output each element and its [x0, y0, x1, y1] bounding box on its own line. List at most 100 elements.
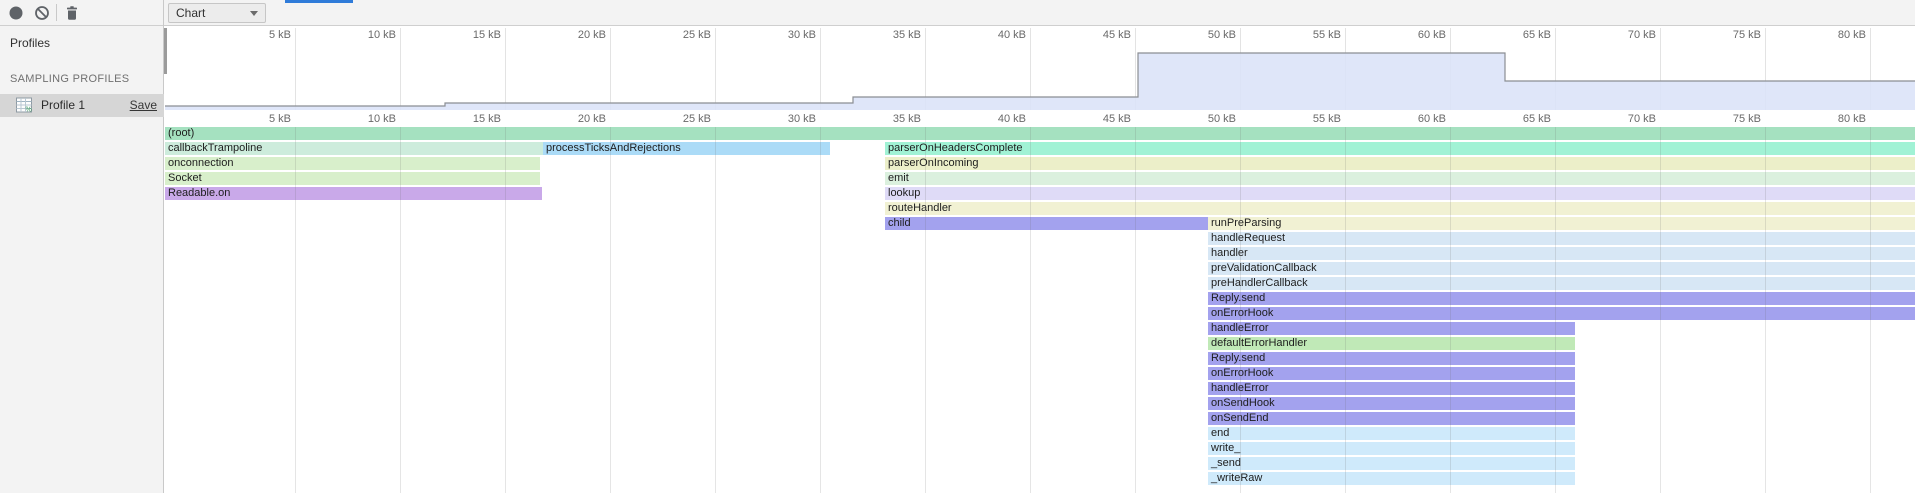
- flame-gridline: [505, 127, 506, 493]
- flame-bar-handleerror[interactable]: handleError: [1208, 382, 1575, 395]
- overview-ruler-label: 45 kB: [1073, 29, 1131, 41]
- flame-bar-prehandlercallback[interactable]: preHandlerCallback: [1208, 277, 1915, 290]
- view-mode-value: Chart: [176, 6, 205, 20]
- flame-ruler-label: 45 kB: [1073, 113, 1131, 125]
- flame-gridline: [1870, 127, 1871, 493]
- flame-ruler-label: 50 kB: [1178, 113, 1236, 125]
- flame-gridline: [1450, 127, 1451, 493]
- flame-ruler-label: 75 kB: [1703, 113, 1761, 125]
- record-button[interactable]: [6, 3, 26, 23]
- flame-bar-reply-send[interactable]: Reply.send: [1208, 292, 1915, 305]
- flame-gridline: [1345, 127, 1346, 493]
- flame-gridline: [1555, 127, 1556, 493]
- flame-bar-parseronincoming[interactable]: parserOnIncoming: [885, 157, 1915, 170]
- flame-gridline: [295, 127, 296, 493]
- flame-ruler-label: 55 kB: [1283, 113, 1341, 125]
- pane-divider: [163, 0, 164, 26]
- flame-bar-handler[interactable]: handler: [1208, 247, 1915, 260]
- overview-ruler-label: 65 kB: [1493, 29, 1551, 41]
- overview-ruler-label: 55 kB: [1283, 29, 1341, 41]
- flame-bar-emit[interactable]: emit: [885, 172, 1915, 185]
- flame-bar-readable-on[interactable]: Readable.on: [165, 187, 542, 200]
- flame-bar-child[interactable]: child: [885, 217, 1208, 230]
- flame-bar-end[interactable]: end: [1208, 427, 1575, 440]
- overview-ruler-label: 5 kB: [233, 29, 291, 41]
- overview-ruler-label: 50 kB: [1178, 29, 1236, 41]
- flame-gridline: [1660, 127, 1661, 493]
- profile-name: Profile 1: [41, 98, 85, 112]
- overview-ruler-label: 80 kB: [1808, 29, 1866, 41]
- heap-profile-icon: %: [15, 96, 33, 117]
- profiler-panel: Chart Profiles SAMPLING PROFILES % Profi…: [0, 0, 1915, 493]
- trash-icon: [63, 4, 81, 22]
- overview-ruler-label: 20 kB: [548, 29, 606, 41]
- flame-bar-handlerequest[interactable]: handleRequest: [1208, 232, 1915, 245]
- overview-ruler-label: 60 kB: [1388, 29, 1446, 41]
- delete-profile-button[interactable]: [62, 3, 82, 23]
- overview-ruler-label: 25 kB: [653, 29, 711, 41]
- overview-ruler-label: 75 kB: [1703, 29, 1761, 41]
- view-mode-select[interactable]: Chart: [168, 3, 266, 23]
- sidebar-item-profile-1[interactable]: % Profile 1 Save: [0, 94, 164, 117]
- overview-ruler-label: 10 kB: [338, 29, 396, 41]
- flame-bar-onsendend[interactable]: onSendEnd: [1208, 412, 1575, 425]
- flame-ruler-label: 30 kB: [758, 113, 816, 125]
- overview-ruler-label: 35 kB: [863, 29, 921, 41]
- flame-ruler-label: 40 kB: [968, 113, 1026, 125]
- flame-gridline: [1765, 127, 1766, 493]
- flame-ruler-label: 70 kB: [1598, 113, 1656, 125]
- flame-ruler-label: 10 kB: [338, 113, 396, 125]
- flame-bar-write-[interactable]: write_: [1208, 442, 1575, 455]
- svg-text:%: %: [26, 107, 32, 114]
- overview-ruler-label: 40 kB: [968, 29, 1026, 41]
- flame-bar-reply-send[interactable]: Reply.send: [1208, 352, 1575, 365]
- flame-gridline: [715, 127, 716, 493]
- flame-gridline: [1240, 127, 1241, 493]
- toolbar: Chart: [0, 0, 1915, 26]
- save-profile-link[interactable]: Save: [130, 98, 157, 112]
- flame-ruler-label: 25 kB: [653, 113, 711, 125]
- flame-ruler-label: 15 kB: [443, 113, 501, 125]
- flame-bar-parseronheaderscomplete[interactable]: parserOnHeadersComplete: [885, 142, 1915, 155]
- flame-gridline: [1030, 127, 1031, 493]
- flame-bar-socket[interactable]: Socket: [165, 172, 540, 185]
- record-icon: [7, 4, 25, 22]
- flame-bar-onsendhook[interactable]: onSendHook: [1208, 397, 1575, 410]
- flame-bar-callbacktrampoline[interactable]: callbackTrampoline: [165, 142, 543, 155]
- flame-bar-prevalidationcallback[interactable]: preValidationCallback: [1208, 262, 1915, 275]
- overview-ruler-label: 15 kB: [443, 29, 501, 41]
- flame-gridline: [925, 127, 926, 493]
- flame-ruler-label: 5 kB: [233, 113, 291, 125]
- flame-bar-onerrorhook[interactable]: onErrorHook: [1208, 307, 1915, 320]
- flame-gridline: [400, 127, 401, 493]
- flame-bar--send[interactable]: _send: [1208, 457, 1575, 470]
- sidebar: Profiles SAMPLING PROFILES % Profile 1 S…: [0, 26, 164, 493]
- flame-ruler-label: 80 kB: [1808, 113, 1866, 125]
- flame-ruler-label: 60 kB: [1388, 113, 1446, 125]
- flame-bar-onconnection[interactable]: onconnection: [165, 157, 540, 170]
- flame-bar--writeraw[interactable]: _writeRaw: [1208, 472, 1575, 485]
- overview-ruler-label: 70 kB: [1598, 29, 1656, 41]
- flame-bar--root-[interactable]: (root): [165, 127, 1915, 140]
- block-icon: [33, 4, 51, 22]
- toolbar-separator: [56, 4, 57, 21]
- flame-chart-pane: 5 kB 5 kB 10 kB 10 kB 15 kB 15 kB 20 kB 20 kB 25…: [164, 26, 1915, 493]
- flame-ruler-label: 20 kB: [548, 113, 606, 125]
- flame-ruler-label: 35 kB: [863, 113, 921, 125]
- overview-ruler-label: 30 kB: [758, 29, 816, 41]
- flame-bar-lookup[interactable]: lookup: [885, 187, 1915, 200]
- flame-gridline: [820, 127, 821, 493]
- flame-gridline: [1135, 127, 1136, 493]
- flame-bar-processticksandrejections[interactable]: processTicksAndRejections: [543, 142, 830, 155]
- flame-bar-runpreparsing[interactable]: runPreParsing: [1208, 217, 1915, 230]
- clear-button[interactable]: [32, 3, 52, 23]
- flame-gridline: [610, 127, 611, 493]
- flame-bar-onerrorhook[interactable]: onErrorHook: [1208, 367, 1575, 380]
- flame-bar-routehandler[interactable]: routeHandler: [885, 202, 1915, 215]
- sampling-profiles-section-header: SAMPLING PROFILES: [10, 73, 129, 85]
- overview-left-handle[interactable]: [164, 28, 167, 74]
- active-tab-indicator: [285, 0, 353, 3]
- flame-bar-defaulterrorhandler[interactable]: defaultErrorHandler: [1208, 337, 1575, 350]
- flame-bar-handleerror[interactable]: handleError: [1208, 322, 1575, 335]
- chevron-down-icon: [250, 11, 258, 16]
